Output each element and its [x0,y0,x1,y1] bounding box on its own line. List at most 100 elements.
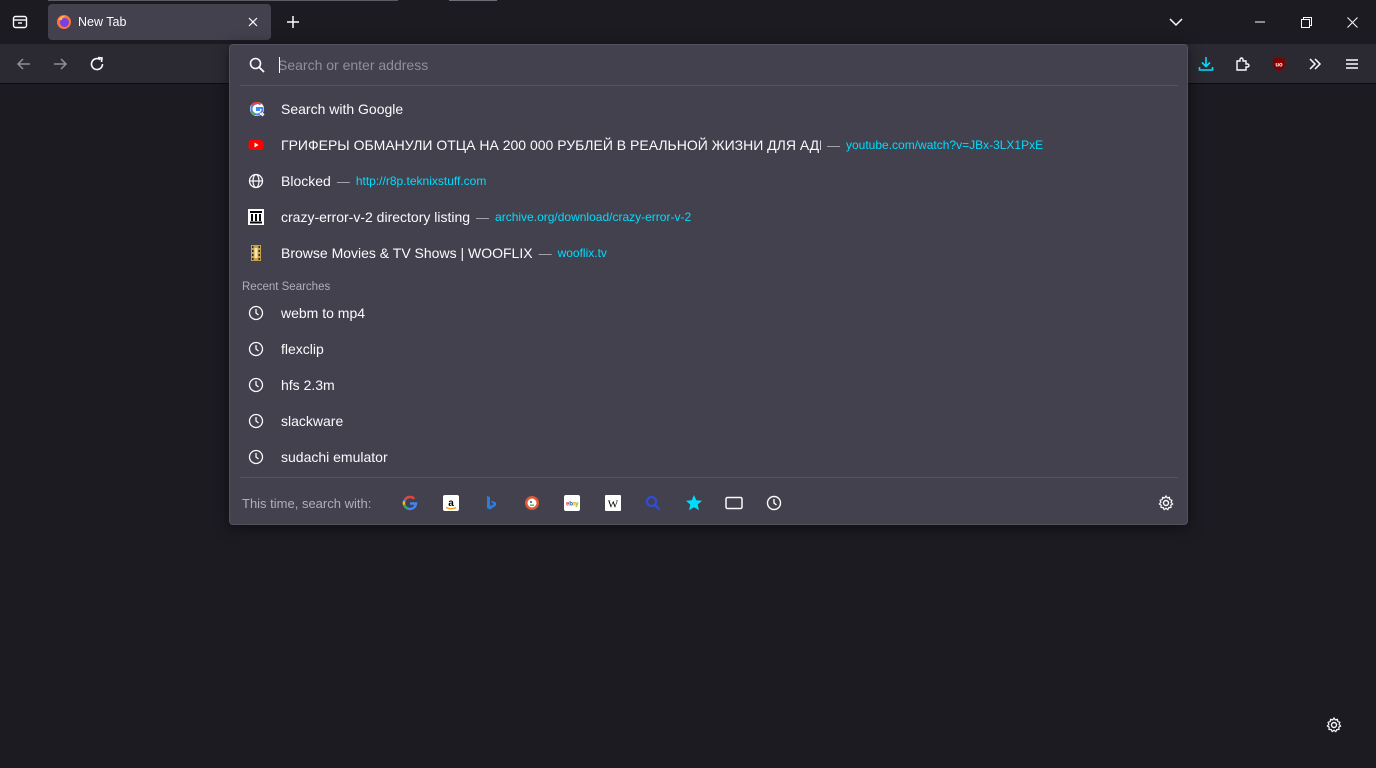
restore-button[interactable] [1283,0,1329,44]
google-engine-button[interactable] [398,491,422,515]
chevrons-right-icon [1309,58,1322,70]
urlbar-input-row [230,45,1187,85]
globe-icon [248,173,264,189]
recent-search-item[interactable]: webm to mp4 [236,295,1182,331]
ebay-engine-button[interactable]: e b a y [560,491,584,515]
history-clock-icon [248,377,264,393]
wikipedia-engine-button[interactable]: W [601,491,625,515]
amazon-icon: a [443,495,459,511]
text-caret [279,57,280,73]
result-separator: — [827,137,840,153]
duckduckgo-engine-button[interactable] [520,491,544,515]
list-all-tabs-button[interactable] [1162,8,1190,36]
restore-icon [1300,16,1312,28]
result-text: hfs 2.3m [281,367,1172,403]
result-text: Browse Movies & TV Shows | WOOFLIX — woo… [281,235,1172,271]
hamburger-icon [1346,59,1358,69]
urlbar-popup: Search with Google ГРИФЕРЫ ОБМАНУЛИ ОТЦА… [229,44,1188,525]
minimize-button[interactable] [1237,0,1283,44]
wikipedia-icon: W [605,495,621,511]
result-separator: — [476,209,490,225]
search-icon [249,57,265,73]
history-clock-icon [248,449,264,465]
svg-text:W: W [608,499,619,511]
bing-icon [487,496,496,510]
history-clock-icon [248,413,264,429]
duckduckgo-icon [525,496,539,510]
reload-button[interactable] [83,50,111,78]
close-window-button[interactable] [1329,0,1375,44]
result-url: wooflix.tv [557,246,607,260]
one-offs-label: This time, search with: [242,496,372,511]
youtube-icon [248,140,264,150]
amazon-engine-button[interactable]: a [439,491,463,515]
close-icon [1346,16,1358,28]
arrow-right-icon [54,58,68,70]
history-clock-icon [248,341,264,357]
customize-new-tab-button[interactable] [1321,712,1347,738]
result-text: Blocked — http://r8p.teknixstuff.com [281,163,1172,199]
app-menu-button[interactable] [1338,50,1366,78]
bing-engine-button[interactable] [479,491,503,515]
tab-title: New Tab [78,15,127,29]
recent-search-item[interactable]: sudachi emulator [236,439,1182,475]
search-one-offs: This time, search with: a e b a y W [230,483,1187,523]
recent-search-item[interactable]: flexclip [236,331,1182,367]
bookmarks-button[interactable] [682,491,706,515]
film-icon [251,245,261,261]
result-text: webm to mp4 [281,295,1172,331]
minimize-icon [1255,21,1265,23]
result-wooflix[interactable]: Browse Movies & TV Shows | WOOFLIX — woo… [236,235,1182,271]
result-youtube[interactable]: ГРИФЕРЫ ОБМАНУЛИ ОТЦА НА 200 000 РУБЛЕЙ … [236,127,1182,163]
back-button[interactable] [10,50,38,78]
tab-line [449,0,497,1]
search-icon [645,495,661,511]
search-settings-button[interactable] [1154,491,1178,515]
result-search-google[interactable]: Search with Google [236,91,1182,127]
result-url: http://r8p.teknixstuff.com [355,174,487,188]
gear-icon [1158,495,1174,511]
recent-search-item[interactable]: slackware [236,403,1182,439]
recent-searches-label: Recent Searches [242,281,331,293]
extensions-button[interactable] [1229,50,1257,78]
history-clock-icon [248,305,264,321]
tab-close-button[interactable] [241,10,265,34]
divider [240,477,1178,478]
urlbar-input[interactable] [278,53,1168,77]
svg-text:uo: uo [1275,63,1283,69]
recent-search-text: webm to mp4 [281,305,366,321]
result-text: Search with Google [281,91,1172,127]
result-separator: — [336,173,350,189]
ublock-origin-button[interactable]: uo [1265,50,1293,78]
result-title: ГРИФЕРЫ ОБМАНУЛИ ОТЦА НА 200 000 РУБЛЕЙ … [281,137,821,153]
recent-search-text: sudachi emulator [281,449,388,465]
google-icon [402,495,418,511]
tabs-button[interactable] [722,491,746,515]
result-title: Browse Movies & TV Shows | WOOFLIX [281,245,533,261]
downloads-button[interactable] [1192,50,1220,78]
tab-line [48,0,398,1]
tabs-icon [725,496,743,510]
result-archive[interactable]: crazy-error-v-2 directory listing — arch… [236,199,1182,235]
result-url: youtube.com/watch?v=JBx-3LX1PxE [846,138,1044,152]
close-icon [248,17,258,27]
firefox-view-button[interactable] [6,8,34,36]
overflow-menu-button[interactable] [1301,50,1329,78]
tab-new-tab[interactable]: New Tab [48,4,271,40]
reload-icon [90,56,104,71]
new-tab-button[interactable] [279,8,307,36]
history-clock-icon [766,495,782,511]
ebay-icon: e b a y [564,495,580,511]
result-text: crazy-error-v-2 directory listing — arch… [281,199,1172,235]
result-blocked[interactable]: Blocked — http://r8p.teknixstuff.com [236,163,1182,199]
firefox-icon [57,15,71,29]
forward-button[interactable] [46,50,74,78]
history-button[interactable] [762,491,786,515]
result-title: Search with Google [281,101,404,117]
result-text: sudachi emulator [281,439,1172,475]
result-url: archive.org/download/crazy-error-v-2 [495,210,692,224]
plus-icon [287,16,299,28]
recent-search-item[interactable]: hfs 2.3m [236,367,1182,403]
result-text: flexclip [281,331,1172,367]
custom-search-engine-button[interactable] [641,491,665,515]
